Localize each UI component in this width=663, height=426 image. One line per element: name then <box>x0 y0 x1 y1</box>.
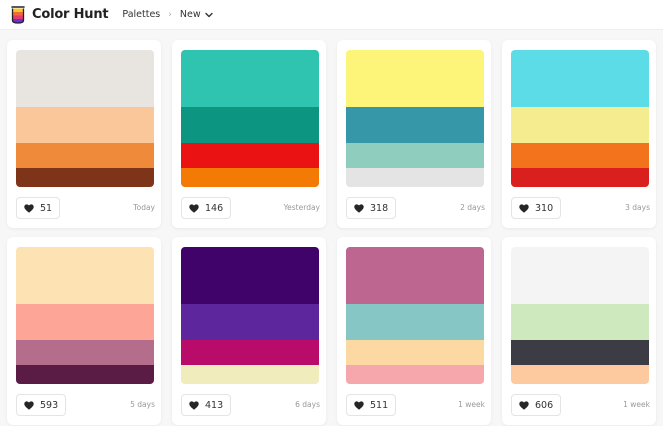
chevron-down-icon <box>204 12 213 17</box>
palette-swatches[interactable] <box>511 50 649 187</box>
like-count: 51 <box>40 202 53 214</box>
like-button[interactable]: 606 <box>511 394 562 416</box>
color-swatch[interactable] <box>346 304 484 340</box>
color-swatch[interactable] <box>511 143 649 168</box>
palette-swatches[interactable] <box>346 247 484 384</box>
heart-icon <box>24 400 34 410</box>
heart-icon <box>24 203 34 213</box>
palette-date: 1 week <box>458 400 485 409</box>
palette-card: 511 1 week <box>337 237 491 425</box>
like-count: 310 <box>535 202 554 214</box>
like-count: 511 <box>370 399 389 411</box>
color-swatch[interactable] <box>16 107 154 143</box>
brand-name[interactable]: Color Hunt <box>32 7 109 22</box>
color-swatch[interactable] <box>511 340 649 365</box>
color-swatch[interactable] <box>511 365 649 384</box>
color-swatch[interactable] <box>511 304 649 340</box>
palette-date: 2 days <box>460 203 485 212</box>
like-count: 606 <box>535 399 554 411</box>
heart-icon <box>519 400 529 410</box>
color-swatch[interactable] <box>511 168 649 187</box>
color-swatch[interactable] <box>346 143 484 168</box>
like-button[interactable]: 146 <box>181 197 232 219</box>
palette-card: 413 6 days <box>172 237 326 425</box>
color-swatch[interactable] <box>346 247 484 304</box>
palette-swatches[interactable] <box>181 50 319 187</box>
color-swatch[interactable] <box>181 247 319 304</box>
palette-swatches[interactable] <box>181 247 319 384</box>
palette-card: 318 2 days <box>337 40 491 228</box>
palette-date: 1 week <box>623 400 650 409</box>
color-swatch[interactable] <box>16 247 154 304</box>
like-count: 318 <box>370 202 389 214</box>
color-swatch[interactable] <box>16 50 154 107</box>
color-swatch[interactable] <box>16 168 154 187</box>
color-swatch[interactable] <box>16 365 154 384</box>
palette-date: 6 days <box>295 400 320 409</box>
palette-date: Today <box>133 203 155 212</box>
like-count: 593 <box>40 399 59 411</box>
palette-swatches[interactable] <box>346 50 484 187</box>
color-swatch[interactable] <box>181 168 319 187</box>
color-swatch[interactable] <box>181 365 319 384</box>
like-count: 146 <box>205 202 224 214</box>
color-swatch[interactable] <box>346 168 484 187</box>
color-swatch[interactable] <box>181 107 319 143</box>
color-hunt-logo-icon[interactable] <box>10 5 26 24</box>
color-swatch[interactable] <box>511 107 649 143</box>
palette-grid: 51 Today 146 Yesterday 318 2 days 310 3 … <box>0 30 663 426</box>
palette-date: 5 days <box>130 400 155 409</box>
color-swatch[interactable] <box>181 143 319 168</box>
palette-date: 3 days <box>625 203 650 212</box>
color-swatch[interactable] <box>346 50 484 107</box>
palette-card: 146 Yesterday <box>172 40 326 228</box>
palette-card: 310 3 days <box>502 40 656 228</box>
palette-swatches[interactable] <box>511 247 649 384</box>
color-swatch[interactable] <box>16 304 154 340</box>
sort-dropdown[interactable]: New <box>180 9 213 20</box>
heart-icon <box>354 203 364 213</box>
color-swatch[interactable] <box>346 340 484 365</box>
palette-card: 593 5 days <box>7 237 161 425</box>
like-button[interactable]: 51 <box>16 197 61 219</box>
color-swatch[interactable] <box>16 340 154 365</box>
color-swatch[interactable] <box>511 247 649 304</box>
like-button[interactable]: 593 <box>16 394 67 416</box>
color-swatch[interactable] <box>181 340 319 365</box>
heart-icon <box>354 400 364 410</box>
heart-icon <box>189 203 199 213</box>
palette-swatches[interactable] <box>16 50 154 187</box>
top-bar: Color Hunt Palettes › New <box>0 0 663 30</box>
palette-card: 606 1 week <box>502 237 656 425</box>
color-swatch[interactable] <box>181 304 319 340</box>
like-count: 413 <box>205 399 224 411</box>
color-swatch[interactable] <box>511 50 649 107</box>
nav-palettes-link[interactable]: Palettes <box>122 9 160 20</box>
heart-icon <box>519 203 529 213</box>
color-swatch[interactable] <box>346 365 484 384</box>
palette-date: Yesterday <box>283 203 320 212</box>
breadcrumb-separator-icon: › <box>168 9 172 20</box>
palette-swatches[interactable] <box>16 247 154 384</box>
like-button[interactable]: 511 <box>346 394 397 416</box>
like-button[interactable]: 310 <box>511 197 562 219</box>
palette-card: 51 Today <box>7 40 161 228</box>
like-button[interactable]: 413 <box>181 394 232 416</box>
color-swatch[interactable] <box>181 50 319 107</box>
like-button[interactable]: 318 <box>346 197 397 219</box>
heart-icon <box>189 400 199 410</box>
sort-dropdown-label: New <box>179 9 201 20</box>
color-swatch[interactable] <box>346 107 484 143</box>
color-swatch[interactable] <box>16 143 154 168</box>
